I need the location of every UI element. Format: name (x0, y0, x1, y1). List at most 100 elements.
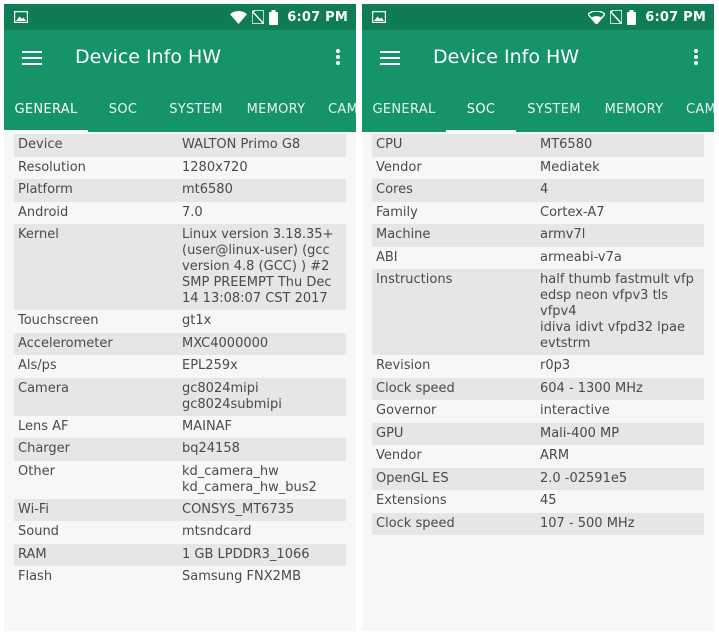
tab-system[interactable]: SYSTEM (158, 91, 234, 132)
row-label: Vendor (376, 159, 422, 175)
tab-camera[interactable]: CAM (318, 91, 356, 132)
wifi-icon (230, 10, 248, 24)
tab-soc[interactable]: SOC (446, 91, 516, 132)
row-label: Vendor (376, 448, 422, 463)
row-label: Other (18, 463, 55, 479)
row-value: MXC4000000 (182, 335, 269, 351)
row-label: Governor (376, 403, 437, 418)
info-row: Governor interactive (372, 400, 704, 423)
row-label: GPU (376, 425, 404, 441)
row-value: 107 - 500 MHz (540, 515, 635, 531)
row-label: ABI (376, 249, 398, 265)
row-value: 45 (540, 493, 557, 508)
info-row: Machine armv7l (372, 224, 704, 247)
row-label: Instructions (376, 272, 453, 287)
info-row: GPU Mali-400 MP (372, 422, 704, 445)
row-label: Resolution (18, 159, 86, 175)
more-options-icon[interactable] (693, 48, 699, 66)
info-row: Device WALTON Primo G8 (14, 134, 346, 157)
row-value: Mali-400 MP (540, 425, 620, 441)
row-value: mt6580 (182, 182, 233, 197)
info-row: Extensions 45 (372, 490, 704, 513)
info-row: Family Cortex-A7 (372, 201, 704, 224)
row-label: Revision (376, 358, 431, 373)
row-label: Android (18, 204, 69, 220)
row-value: interactive (540, 403, 610, 418)
info-row: Platform mt6580 (14, 179, 346, 202)
info-row: Vendor Mediatek (372, 156, 704, 179)
status-time: 6:07 PM (287, 9, 348, 25)
battery-icon (269, 9, 279, 25)
more-options-icon[interactable] (335, 48, 341, 66)
status-bar: 6:07 PM (362, 4, 714, 30)
app-title: Device Info HW (433, 46, 580, 68)
info-row: Cores 4 (372, 179, 704, 202)
info-row: Charger bq24158 (14, 438, 346, 461)
info-row: Als/ps EPL259x (14, 355, 346, 378)
hamburger-menu-icon[interactable] (380, 50, 400, 66)
no-sim-icon (610, 10, 623, 24)
info-row: Resolution 1280x720 (14, 156, 346, 179)
info-row: Accelerometer MXC4000000 (14, 332, 346, 355)
info-row: OpenGL ES 2.0 -02591e5 (372, 467, 704, 490)
wifi-signal-icon (588, 10, 606, 24)
info-row: ABI armeabi-v7a (372, 246, 704, 269)
info-row: RAM 1 GB LPDDR3_1066 (14, 543, 346, 566)
row-value: 1280x720 (182, 159, 248, 175)
tab-camera[interactable]: CAM (676, 91, 714, 132)
row-label: Als/ps (18, 358, 57, 373)
phone-screen-soc: 6:07 PM Device Info HW GENERAL SOC SYSTE… (362, 4, 714, 631)
row-value: 604 - 1300 MHz (540, 380, 643, 396)
row-value: r0p3 (540, 358, 571, 373)
tab-general[interactable]: GENERAL (362, 91, 446, 132)
tab-system[interactable]: SYSTEM (516, 91, 592, 132)
row-label: Clock speed (376, 515, 455, 531)
row-value: gc8024mipi gc8024submipi (182, 380, 282, 412)
info-row: Touchscreen gt1x (14, 310, 346, 333)
tab-soc[interactable]: SOC (88, 91, 158, 132)
info-list-general: Device WALTON Primo G8 Resolution 1280x720… (4, 132, 356, 589)
tab-bar: GENERAL SOC SYSTEM MEMORY CAM (362, 91, 714, 132)
tab-memory[interactable]: MEMORY (234, 91, 318, 132)
row-value: 4 (540, 182, 549, 197)
row-value: bq24158 (182, 441, 240, 456)
row-label: Kernel (18, 227, 59, 242)
row-value: WALTON Primo G8 (182, 137, 301, 152)
row-value: ARM (540, 448, 570, 463)
row-value: half thumb fastmult vfp edsp neon vfpv3 … (540, 272, 694, 351)
tab-general[interactable]: GENERAL (4, 91, 88, 132)
status-bar: 6:07 PM (4, 4, 356, 30)
row-value: Cortex-A7 (540, 204, 605, 220)
hamburger-menu-icon[interactable] (22, 50, 42, 66)
row-value: Samsung FNX2MB (182, 569, 302, 584)
info-row: Clock speed 604 - 1300 MHz (372, 377, 704, 400)
row-value: MAINAF (182, 418, 233, 434)
row-label: RAM (18, 546, 47, 562)
row-value: kd_camera_hw kd_camera_hw_bus2 (182, 463, 317, 495)
info-row: Kernel Linux version 3.18.35+ (user@linux… (14, 224, 346, 310)
no-sim-icon (252, 10, 265, 24)
row-label: Device (18, 137, 63, 152)
info-row: Lens AF MAINAF (14, 415, 346, 438)
row-label: Flash (18, 569, 53, 584)
row-label: Accelerometer (18, 335, 113, 351)
row-value: EPL259x (182, 358, 238, 373)
row-label: Camera (18, 380, 70, 396)
row-value: CONSYS_MT6735 (182, 501, 295, 517)
tab-bar: GENERAL SOC SYSTEM MEMORY CAM (4, 91, 356, 132)
info-row: Android 7.0 (14, 201, 346, 224)
info-row: Vendor ARM (372, 445, 704, 468)
app-bar: Device Info HW (362, 30, 714, 91)
row-value: mtsndcard (182, 524, 252, 539)
tab-memory[interactable]: MEMORY (592, 91, 676, 132)
row-label: Family (376, 204, 418, 220)
row-value: armeabi-v7a (540, 249, 622, 265)
info-row: Clock speed 107 - 500 MHz (372, 512, 704, 535)
battery-icon (627, 9, 637, 25)
row-label: OpenGL ES (376, 470, 449, 486)
info-row: Other kd_camera_hw kd_camera_hw_bus2 (14, 460, 346, 499)
row-label: Clock speed (376, 380, 455, 396)
info-row: Flash Samsung FNX2MB (14, 566, 346, 589)
row-label: Lens AF (18, 418, 69, 434)
row-label: Machine (376, 227, 431, 242)
